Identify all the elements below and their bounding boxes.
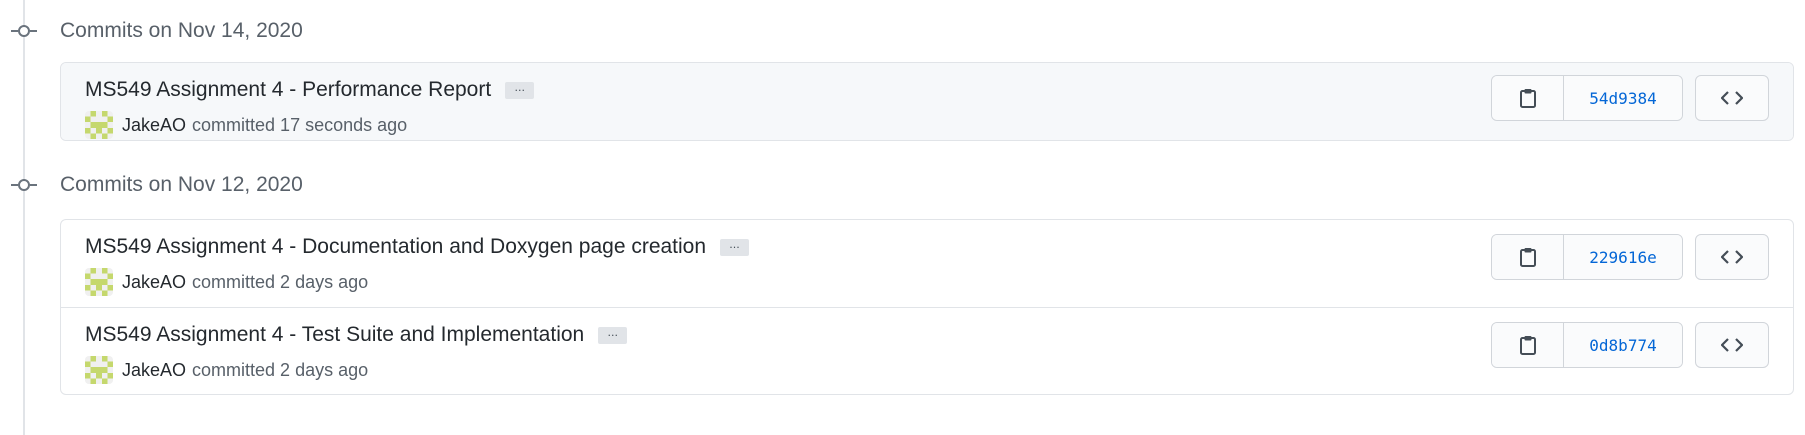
copy-sha-button[interactable]	[1492, 235, 1564, 279]
sha-button-group: 229616e	[1491, 234, 1683, 280]
code-icon	[1721, 91, 1743, 105]
commit-group: Commits on Nov 12, 2020 MS549 Assignment…	[0, 154, 1805, 395]
commit-time-text: committed 2 days ago	[192, 359, 369, 380]
expand-commit-message-button[interactable]: ···	[505, 81, 535, 99]
git-commit-icon	[11, 179, 37, 191]
commit-author-link[interactable]: JakeAO	[122, 272, 186, 293]
sha-button-group: 0d8b774	[1491, 322, 1683, 368]
commit-title-wrap: MS549 Assignment 4 - Documentation and D…	[85, 235, 750, 259]
author-avatar[interactable]	[85, 356, 113, 384]
commit-row: MS549 Assignment 4 - Test Suite and Impl…	[61, 307, 1793, 394]
commit-list: MS549 Assignment 4 - Performance Report …	[60, 62, 1794, 141]
copy-sha-button[interactable]	[1492, 76, 1564, 120]
commit-title-wrap: MS549 Assignment 4 - Test Suite and Impl…	[85, 323, 628, 347]
commit-actions: 0d8b774	[1491, 322, 1769, 368]
commit-sha-link[interactable]: 229616e	[1564, 235, 1682, 279]
clipboard-icon	[1519, 89, 1536, 108]
browse-repo-button[interactable]	[1695, 234, 1769, 280]
commit-group-header: Commits on Nov 12, 2020	[0, 154, 1805, 216]
expand-commit-message-button[interactable]: ···	[720, 238, 750, 256]
commit-list: MS549 Assignment 4 - Documentation and D…	[60, 219, 1794, 395]
commit-row: MS549 Assignment 4 - Documentation and D…	[61, 220, 1793, 307]
commit-meta: JakeAO committed 17 seconds ago	[85, 111, 407, 139]
commit-group: Commits on Nov 14, 2020 MS549 Assignment…	[0, 0, 1805, 141]
author-avatar[interactable]	[85, 268, 113, 296]
commit-time-text: committed 17 seconds ago	[192, 114, 408, 135]
commit-title-link[interactable]: MS549 Assignment 4 - Performance Report	[85, 78, 491, 102]
sha-button-group: 54d9384	[1491, 75, 1683, 121]
commit-actions: 229616e	[1491, 234, 1769, 280]
commit-meta: JakeAO committed 2 days ago	[85, 356, 368, 384]
code-icon	[1721, 338, 1743, 352]
browse-repo-button[interactable]	[1695, 75, 1769, 121]
commit-timeline: Commits on Nov 14, 2020 MS549 Assignment…	[0, 0, 1805, 435]
git-commit-icon	[11, 25, 37, 37]
commit-author-link[interactable]: JakeAO	[122, 115, 186, 136]
commit-group-header: Commits on Nov 14, 2020	[0, 0, 1805, 62]
browse-repo-button[interactable]	[1695, 322, 1769, 368]
commit-sha-link[interactable]: 0d8b774	[1564, 323, 1682, 367]
commit-actions: 54d9384	[1491, 75, 1769, 121]
copy-sha-button[interactable]	[1492, 323, 1564, 367]
clipboard-icon	[1519, 248, 1536, 267]
commit-meta: JakeAO committed 2 days ago	[85, 268, 368, 296]
commit-time-text: committed 2 days ago	[192, 271, 369, 292]
commit-sha-link[interactable]: 54d9384	[1564, 76, 1682, 120]
commit-group-title: Commits on Nov 14, 2020	[60, 19, 303, 42]
commit-title-link[interactable]: MS549 Assignment 4 - Test Suite and Impl…	[85, 323, 584, 347]
commit-title-wrap: MS549 Assignment 4 - Performance Report …	[85, 78, 535, 102]
author-avatar[interactable]	[85, 111, 113, 139]
commit-group-title: Commits on Nov 12, 2020	[60, 173, 303, 196]
code-icon	[1721, 250, 1743, 264]
commit-title-link[interactable]: MS549 Assignment 4 - Documentation and D…	[85, 235, 706, 259]
commit-author-link[interactable]: JakeAO	[122, 360, 186, 381]
commit-row: MS549 Assignment 4 - Performance Report …	[61, 63, 1793, 140]
clipboard-icon	[1519, 336, 1536, 355]
expand-commit-message-button[interactable]: ···	[598, 326, 628, 344]
